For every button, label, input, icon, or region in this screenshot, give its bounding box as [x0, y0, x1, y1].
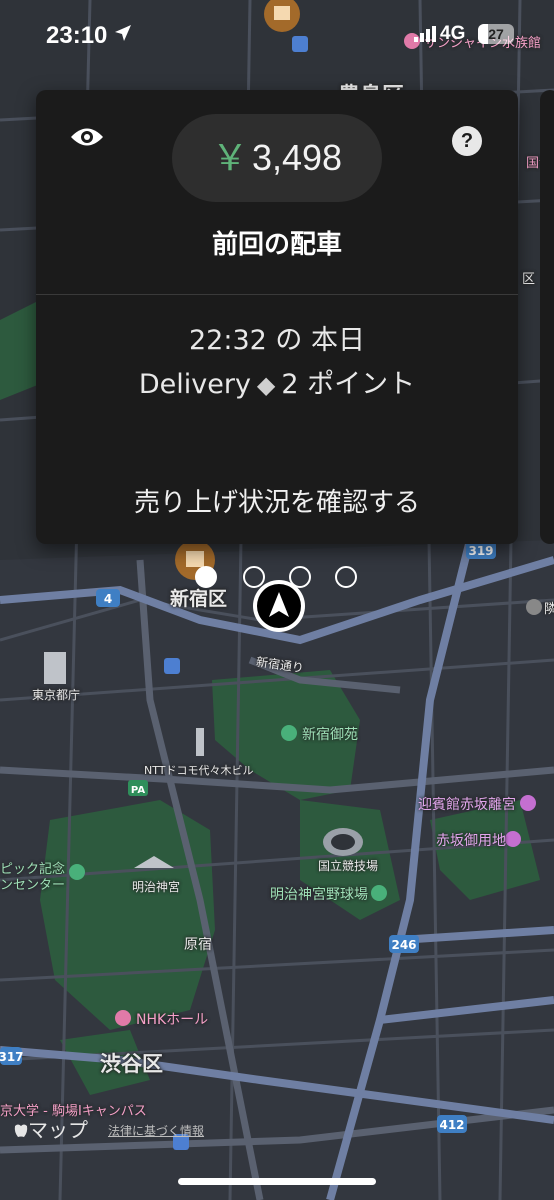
map-label-nhk-hall: NHKホール — [136, 1012, 209, 1028]
landmark-icon-geihinkan — [520, 795, 536, 811]
map-label-shibuya-ku: 渋谷区 — [100, 1052, 163, 1076]
map-label-jingu-stadium: 明治神宮野球場 — [270, 887, 368, 903]
location-arrow-icon — [115, 25, 131, 41]
landmark-icon-nhk — [115, 1010, 131, 1026]
pager-dot-2[interactable] — [243, 566, 265, 588]
eye-icon[interactable] — [70, 126, 104, 148]
status-time: 23:10 — [46, 22, 108, 49]
map-label-akasaka-goyochi: 赤坂御用地 — [436, 833, 506, 849]
pager-dot-4[interactable] — [335, 566, 357, 588]
view-earnings-link[interactable]: 売り上げ状況を確認する — [36, 482, 518, 519]
last-trip-earnings-card[interactable]: ￥ 3,498 ? 前回の配車 22:32 の 本日 Delivery ◆ 2 ポイン… — [36, 90, 518, 544]
map-label-harajuku: 原宿 — [184, 937, 212, 953]
apple-logo-icon — [14, 1124, 28, 1137]
points-earned: 2 ポイント — [281, 369, 416, 400]
legal-link[interactable]: 法律に基づく情報 — [108, 1122, 204, 1139]
svg-text:4: 4 — [104, 592, 112, 606]
pager-dot-3[interactable] — [289, 566, 311, 588]
map-label-partial-3: 隣 — [544, 602, 554, 617]
svg-text:319: 319 — [468, 544, 493, 558]
svg-text:317: 317 — [0, 1050, 24, 1064]
status-bar: 23:10 4G 27 — [0, 0, 554, 70]
battery-icon: 27 — [478, 24, 514, 44]
map-label-partial-2: 区 — [522, 272, 536, 287]
diamond-icon: ◆ — [256, 371, 276, 399]
svg-text:PA: PA — [131, 785, 145, 796]
svg-text:412: 412 — [439, 1118, 464, 1132]
service-type: Delivery — [138, 369, 251, 400]
map-label-docomo: NTTドコモ代々木ビル — [144, 764, 254, 777]
stadium-icon-jingu — [371, 885, 387, 901]
apple-maps-credit: マップ — [14, 1114, 88, 1143]
signal-icon — [414, 26, 436, 42]
train-station-icon-shinjuku — [164, 658, 180, 674]
next-card-peek[interactable] — [540, 90, 554, 544]
poi-icon-edge — [526, 599, 542, 615]
map-label-geihinkan: 迎賓館赤坂離宮 — [418, 797, 516, 813]
card-divider — [36, 294, 518, 295]
card-title: 前回の配車 — [211, 230, 342, 260]
map-label-tocho: 東京都庁 — [32, 688, 81, 702]
map-label-national-stadium: 国立競技場 — [318, 859, 379, 873]
network-type: 4G — [440, 23, 466, 44]
earnings-amount: 3,498 — [251, 137, 343, 178]
svg-text:246: 246 — [391, 938, 416, 952]
home-indicator[interactable] — [178, 1178, 376, 1185]
trip-time: 22:32 の 本日 — [189, 325, 365, 356]
currency-symbol: ￥ — [211, 137, 248, 178]
maps-label: マップ — [28, 1118, 88, 1142]
battery-level: 27 — [488, 26, 504, 42]
pager-dot-1[interactable] — [195, 566, 217, 588]
park-icon-gyoen — [281, 725, 297, 741]
help-icon[interactable]: ? — [452, 126, 482, 156]
map-label-shinjuku-gyoen: 新宿御苑 — [302, 727, 358, 743]
park-icon-olympic — [69, 864, 85, 880]
earnings-amount-pill: ￥ 3,498 — [172, 114, 382, 202]
building-icon-tocho — [44, 652, 66, 684]
building-icon-docomo — [196, 728, 204, 756]
map-label-meiji-jingu: 明治神宮 — [132, 880, 181, 894]
landmark-icon-akasaka — [505, 831, 521, 847]
map-label-olympic-2: ンセンター — [0, 878, 66, 893]
trip-details: Delivery ◆ 2 ポイント — [36, 362, 518, 401]
map-label-shinjuku-ku: 新宿区 — [170, 588, 228, 610]
